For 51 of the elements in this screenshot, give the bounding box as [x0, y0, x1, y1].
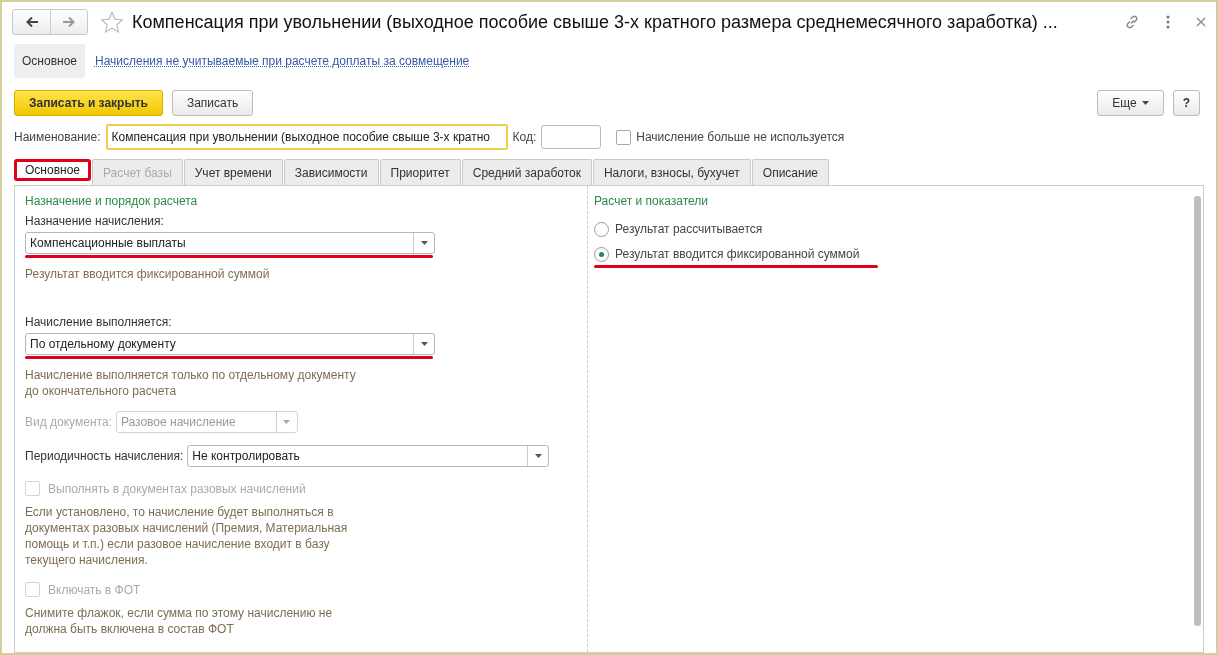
nav-tab[interactable]: Основное [14, 44, 85, 78]
section-title: Назначение и порядок расчета [25, 194, 199, 208]
field-label: Периодичность начисления: [25, 449, 184, 463]
back-arrow-icon [24, 16, 39, 28]
name-input[interactable]: Компенсация при увольнении (выходное пособие свыше 3-х кратно [105, 124, 508, 150]
save-button[interactable]: Записать [171, 90, 254, 116]
forward-arrow-icon [62, 16, 76, 28]
field-label: Назначение начисления: [25, 214, 165, 228]
radio-label: Результат рассчитывается [615, 222, 763, 236]
hint-text: Начисление выполняется только по отдельному документу до окончательного расчета [25, 367, 357, 399]
link-icon[interactable] [1124, 14, 1140, 30]
save-and-close-button[interactable]: Записать и закрыть [14, 90, 163, 116]
radio-button[interactable] [594, 246, 609, 262]
nav-link[interactable]: Начисления не учитываемые при расчете доплаты за совмещение [91, 54, 474, 68]
checkbox-label: Начисление больше не используется [636, 130, 845, 144]
more-button[interactable]: Еще [1097, 90, 1164, 116]
tab[interactable]: Учет времени [183, 159, 283, 185]
tab[interactable]: Налоги, взносы, бухучет [592, 159, 751, 185]
caret-icon [283, 420, 291, 424]
radio-button[interactable] [594, 221, 609, 237]
dropdown-field[interactable]: Не контролировать [187, 445, 550, 467]
help-button[interactable]: ? [1172, 90, 1200, 116]
tab[interactable]: Описание [751, 159, 830, 185]
tab[interactable]: Приоритет [379, 159, 461, 185]
hint-text: Если установлено, то начисление будет выполняться в документах разовых начислений (Премия, Материальная помощь и т.п.) если разовое начисление входит в базу текущего начисления. [25, 504, 349, 568]
field-label: Начисление выполняется: [25, 315, 173, 329]
close-icon[interactable] [1196, 17, 1206, 27]
window-title: Компенсация при увольнении (выходное пособие свыше 3-х кратного размера среднемесячного заработка) ... [132, 11, 1059, 33]
name-label: Наименование: [14, 130, 101, 144]
hint-text: Результат вводится фиксированной суммой [25, 266, 271, 282]
checkbox[interactable] [616, 129, 632, 145]
caret-icon [420, 241, 428, 245]
caret-icon [534, 454, 542, 458]
more-options-icon[interactable] [1166, 15, 1170, 29]
dropdown-field[interactable]: По отдельному документу [25, 333, 435, 355]
tab[interactable]: Зависимости [283, 159, 379, 185]
scrollbar-thumb[interactable] [1194, 196, 1201, 626]
section-title: Расчет и показатели [594, 194, 710, 208]
caret-icon [420, 342, 428, 346]
tab[interactable]: Средний заработок [461, 159, 592, 185]
radio-label: Результат вводится фиксированной суммой [615, 247, 860, 261]
tab[interactable]: Основное [14, 159, 91, 181]
checkbox-label: Выполнять в документах разовых начислений [48, 481, 306, 496]
star-icon[interactable] [100, 10, 124, 34]
checkbox-label: Включать в ФОТ [48, 582, 141, 597]
code-label: Код: [512, 130, 537, 144]
caret-icon [1141, 101, 1149, 105]
dropdown-field[interactable]: Компенсационные выплаты [25, 232, 435, 254]
field-label: Вид документа: [25, 415, 112, 429]
hint-text: Снимите флажок, если сумма по этому начислению не должна быть включена в состав ФОТ [25, 605, 334, 637]
code-input[interactable] [541, 125, 602, 149]
